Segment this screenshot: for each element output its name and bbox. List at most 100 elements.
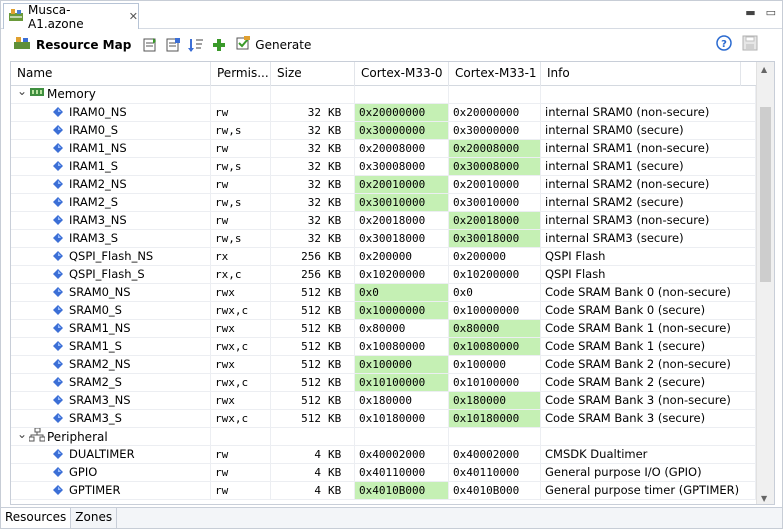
group-row[interactable]: ⌄ Memory <box>11 86 756 104</box>
cortex-m33-1-cell[interactable]: 0x30000000 <box>449 122 541 139</box>
column-header-cortex-m33-1[interactable]: Cortex-M33-1 <box>449 62 541 86</box>
size-value: 32 <box>307 106 321 119</box>
table-row[interactable]: IRAM2_S rw,s 32 KB 0x30010000 0x30010000 inter… <box>11 194 756 212</box>
cortex-m33-1-cell[interactable]: 0x20010000 <box>449 176 541 193</box>
table-row[interactable]: IRAM2_NS rw 32 KB 0x20010000 0x20010000 intern… <box>11 176 756 194</box>
cortex-m33-1-cell[interactable]: 0x10100000 <box>449 374 541 391</box>
table-row[interactable]: IRAM1_NS rw 32 KB 0x20008000 0x20008000 intern… <box>11 140 756 158</box>
sort-icon[interactable] <box>187 36 205 54</box>
cortex-m33-1-cell[interactable]: 0x40002000 <box>449 446 541 463</box>
table-row[interactable]: DUALTIMER rw 4 KB 0x40002000 0x40002000 CMSDK … <box>11 446 756 464</box>
scroll-up-icon[interactable]: ▲ <box>761 65 767 74</box>
table-row[interactable]: SRAM1_S rwx,c 512 KB 0x10080000 0x10080000 Cod… <box>11 338 756 356</box>
table-row[interactable]: IRAM0_S rw,s 32 KB 0x30000000 0x30000000 inter… <box>11 122 756 140</box>
table-row[interactable]: SRAM1_NS rwx 512 KB 0x80000 0x80000 Code SRAM … <box>11 320 756 338</box>
cortex-m33-1-cell[interactable]: 0x20018000 <box>449 212 541 229</box>
size-unit: KB <box>328 268 342 281</box>
cortex-m33-0-cell[interactable]: 0x200000 <box>355 248 449 265</box>
cortex-m33-0-cell[interactable]: 0x30018000 <box>355 230 449 247</box>
group-row[interactable]: ⌄ Peripheral <box>11 428 756 446</box>
table-row[interactable]: SRAM3_NS rwx 512 KB 0x180000 0x180000 Code SRA… <box>11 392 756 410</box>
scrollbar-thumb[interactable] <box>760 107 771 282</box>
cortex-m33-0-cell[interactable]: 0x4010B000 <box>355 482 449 499</box>
column-header-size[interactable]: Size <box>271 62 355 86</box>
cortex-m33-0-cell[interactable]: 0x30000000 <box>355 122 449 139</box>
cortex-m33-1-cell[interactable]: 0x80000 <box>449 320 541 337</box>
cortex-m33-1-cell[interactable]: 0x30010000 <box>449 194 541 211</box>
cortex-m33-0-cell[interactable]: 0x20000000 <box>355 104 449 121</box>
cortex-m33-0-cell[interactable]: 0x40002000 <box>355 446 449 463</box>
table-row[interactable]: QSPI_Flash_S rx,c 256 KB 0x10200000 0x1020000… <box>11 266 756 284</box>
cortex-m33-1-cell[interactable]: 0x200000 <box>449 248 541 265</box>
name-cell: IRAM2_NS <box>11 176 211 193</box>
table-row[interactable]: GPIO rw 4 KB 0x40110000 0x40110000 General pur… <box>11 464 756 482</box>
info-cell: QSPI Flash <box>541 266 756 283</box>
cortex-m33-1-cell[interactable]: 0x10200000 <box>449 266 541 283</box>
table-row[interactable]: IRAM1_S rw,s 32 KB 0x30008000 0x30008000 inter… <box>11 158 756 176</box>
table-row[interactable]: SRAM0_S rwx,c 512 KB 0x10000000 0x10000000 Cod… <box>11 302 756 320</box>
table-row[interactable]: IRAM3_S rw,s 32 KB 0x30018000 0x30018000 inter… <box>11 230 756 248</box>
toolbar: Resource Map Generate <box>1 30 782 59</box>
add-icon[interactable] <box>210 36 228 54</box>
table-row[interactable]: SRAM2_NS rwx 512 KB 0x100000 0x100000 Code SRA… <box>11 356 756 374</box>
generate-button[interactable]: Generate <box>235 35 311 54</box>
maximize-icon[interactable]: ▭ <box>766 6 776 19</box>
cortex-m33-0-cell[interactable]: 0x10200000 <box>355 266 449 283</box>
tab-zones[interactable]: Zones <box>71 508 118 528</box>
column-header-name[interactable]: Name <box>11 62 211 86</box>
editor-tab[interactable]: Musca-A1.azone ✕ <box>3 3 139 31</box>
cortex-m33-1-cell[interactable]: 0x100000 <box>449 356 541 373</box>
cortex-m33-1-cell[interactable]: 0x10180000 <box>449 410 541 427</box>
table-row[interactable]: QSPI_Flash_NS rx 256 KB 0x200000 0x200000 QSPI… <box>11 248 756 266</box>
size-unit: KB <box>328 142 342 155</box>
chevron-down-icon[interactable]: ⌄ <box>17 86 29 100</box>
cortex-m33-0-cell[interactable]: 0x10100000 <box>355 374 449 391</box>
cortex-m33-0-cell[interactable]: 0x30008000 <box>355 158 449 175</box>
cortex-m33-0-cell[interactable]: 0x10000000 <box>355 302 449 319</box>
cortex-m33-1-cell[interactable]: 0x4010B000 <box>449 482 541 499</box>
table-row[interactable]: SRAM2_S rwx,c 512 KB 0x10100000 0x10100000 Cod… <box>11 374 756 392</box>
cortex-m33-1-cell[interactable]: 0x10000000 <box>449 302 541 319</box>
table-row[interactable]: IRAM0_NS rw 32 KB 0x20000000 0x20000000 intern… <box>11 104 756 122</box>
cortex-m33-0-cell[interactable]: 0x0 <box>355 284 449 301</box>
export-icon[interactable] <box>164 36 182 54</box>
table-row[interactable]: IRAM3_NS rw 32 KB 0x20018000 0x20018000 intern… <box>11 212 756 230</box>
cortex-m33-1-cell[interactable]: 0x20008000 <box>449 140 541 157</box>
cortex-m33-0-cell[interactable]: 0x80000 <box>355 320 449 337</box>
cortex-m33-1-cell[interactable]: 0x180000 <box>449 392 541 409</box>
size-unit: KB <box>328 340 342 353</box>
cortex-m33-0-cell[interactable]: 0x20010000 <box>355 176 449 193</box>
scroll-down-icon[interactable]: ▼ <box>761 494 767 503</box>
cortex-m33-0-cell[interactable]: 0x20008000 <box>355 140 449 157</box>
table-row[interactable]: SRAM0_NS rwx 512 KB 0x0 0x0 Code SRAM Bank 0 (… <box>11 284 756 302</box>
row-name: SRAM1_S <box>69 339 122 353</box>
cortex-m33-1-cell[interactable]: 0x30008000 <box>449 158 541 175</box>
size-value: 512 <box>301 394 321 407</box>
save-icon[interactable] <box>742 35 758 54</box>
vertical-scrollbar[interactable]: ▲ ▼ <box>756 62 774 504</box>
cortex-m33-0-cell[interactable]: 0x180000 <box>355 392 449 409</box>
cortex-m33-1-cell[interactable]: 0x20000000 <box>449 104 541 121</box>
cortex-m33-0-cell[interactable]: 0x100000 <box>355 356 449 373</box>
name-cell: DUALTIMER <box>11 446 211 463</box>
cortex-m33-0-cell[interactable]: 0x40110000 <box>355 464 449 481</box>
close-icon[interactable]: ✕ <box>129 10 138 23</box>
cortex-m33-1-cell[interactable]: 0x30018000 <box>449 230 541 247</box>
column-header-permissions[interactable]: Permis... <box>211 62 271 86</box>
cortex-m33-1-cell[interactable]: 0x10080000 <box>449 338 541 355</box>
column-header-cortex-m33-0[interactable]: Cortex-M33-0 <box>355 62 449 86</box>
import-icon[interactable] <box>141 36 159 54</box>
column-header-info[interactable]: Info <box>541 62 741 86</box>
cortex-m33-0-cell[interactable]: 0x20018000 <box>355 212 449 229</box>
tab-resources[interactable]: Resources <box>1 508 72 528</box>
cortex-m33-1-cell[interactable]: 0x0 <box>449 284 541 301</box>
help-icon[interactable]: ? <box>716 35 732 54</box>
table-row[interactable]: GPTIMER rw 4 KB 0x4010B000 0x4010B000 General … <box>11 482 756 500</box>
chevron-down-icon[interactable]: ⌄ <box>17 428 29 443</box>
cortex-m33-0-cell[interactable]: 0x10080000 <box>355 338 449 355</box>
cortex-m33-1-cell[interactable]: 0x40110000 <box>449 464 541 481</box>
table-row[interactable]: SRAM3_S rwx,c 512 KB 0x10180000 0x10180000 Cod… <box>11 410 756 428</box>
cortex-m33-0-cell[interactable]: 0x30010000 <box>355 194 449 211</box>
cortex-m33-0-cell[interactable]: 0x10180000 <box>355 410 449 427</box>
minimize-icon[interactable]: ▬ <box>745 6 755 19</box>
